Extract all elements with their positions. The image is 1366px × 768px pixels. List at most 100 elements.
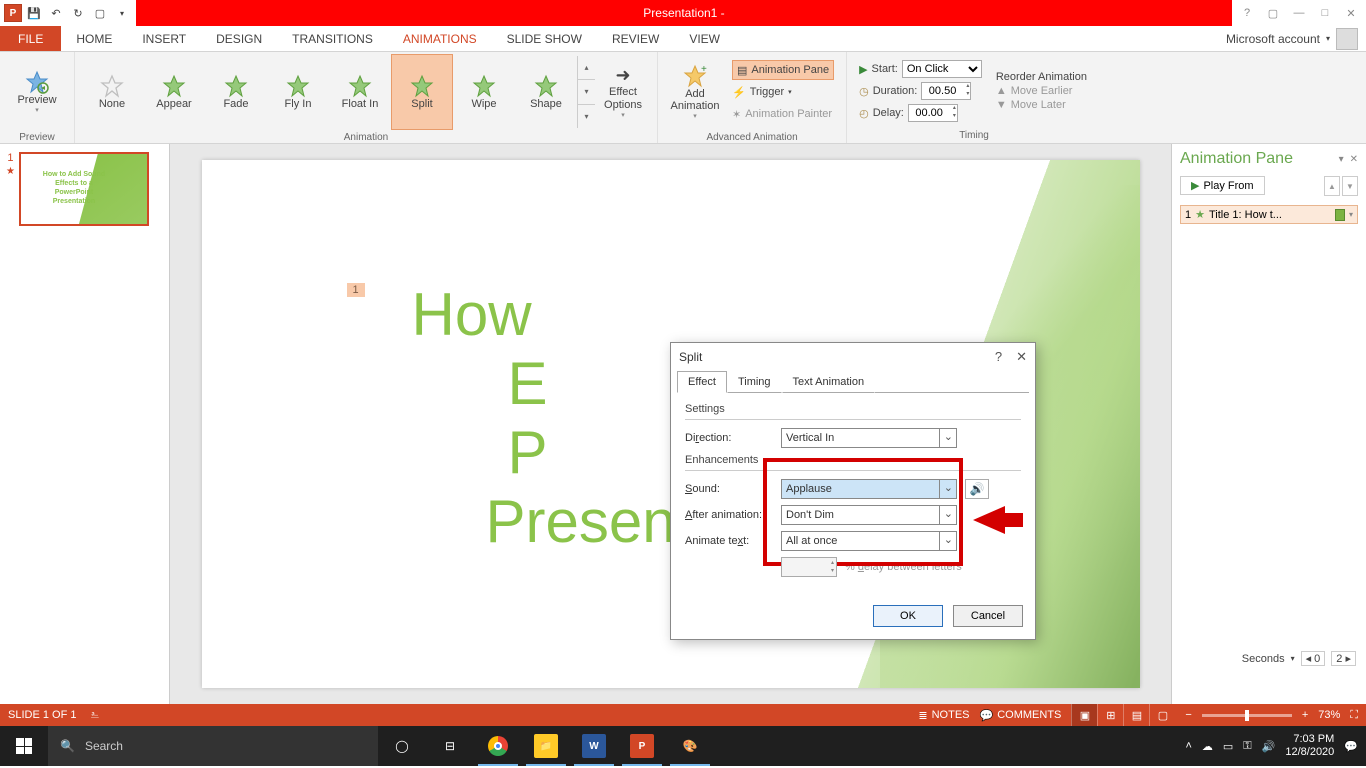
file-tab[interactable]: FILE (0, 26, 61, 51)
tab-review[interactable]: REVIEW (597, 26, 674, 51)
task-view-icon[interactable]: ⊟ (426, 726, 474, 766)
enhancements-label: Enhancements (685, 454, 1021, 466)
tab-design[interactable]: DESIGN (201, 26, 277, 51)
effect-options-button[interactable]: ➜ Effect Options ▾ (595, 54, 651, 130)
wifi-icon[interactable]: ⚿ (1243, 740, 1251, 753)
add-animation-button[interactable]: + Add Animation ▾ (664, 54, 726, 130)
powerpoint-icon: P (4, 4, 22, 22)
anim-fade[interactable]: Fade (205, 54, 267, 130)
tray-overflow-icon[interactable]: ˄ (1185, 740, 1191, 752)
play-from-button[interactable]: ▶Play From (1180, 176, 1265, 195)
move-earlier-button[interactable]: ▲Move Earlier (996, 85, 1087, 97)
cortana-icon[interactable]: ◯ (378, 726, 426, 766)
ribbon-help-icon[interactable]: ? (1238, 7, 1256, 19)
start-select[interactable]: On Click (902, 60, 982, 78)
normal-view-button[interactable]: ▣ (1071, 704, 1097, 726)
file-explorer-icon[interactable]: 📁 (522, 726, 570, 766)
zoom-out-button[interactable]: − (1185, 709, 1191, 721)
fit-to-window-button[interactable]: ⛶ (1350, 709, 1358, 722)
sound-preview-button[interactable]: 🔊 (965, 479, 989, 499)
delay-input[interactable] (908, 104, 958, 122)
zoom-slider[interactable] (1202, 714, 1292, 717)
slide-thumbnail-1[interactable]: How to Add Sound Effects to a PowerPoint… (19, 152, 149, 226)
dialog-titlebar[interactable]: Split ? ✕ (671, 343, 1035, 371)
timeline-prev-button[interactable]: ◂ 0 (1301, 651, 1326, 666)
dialog-help-icon[interactable]: ? (995, 349, 1002, 365)
word-icon[interactable]: W (570, 726, 618, 766)
tab-animations[interactable]: ANIMATIONS (388, 26, 492, 51)
move-later-button[interactable]: ▼Move Later (996, 99, 1087, 111)
anim-wipe[interactable]: Wipe (453, 54, 515, 130)
animation-indicator-icon: ★ (6, 166, 15, 177)
animation-item-1[interactable]: 1 ★ Title 1: How t... ▾ (1180, 205, 1358, 224)
tab-transitions[interactable]: TRANSITIONS (277, 26, 388, 51)
start-button[interactable] (0, 726, 48, 766)
anim-fly-in[interactable]: Fly In (267, 54, 329, 130)
pane-options-icon[interactable]: ▾ (1339, 154, 1344, 165)
slide-counter[interactable]: SLIDE 1 OF 1 (8, 709, 76, 721)
sound-select[interactable]: Applause (781, 479, 957, 499)
cancel-button[interactable]: Cancel (953, 605, 1023, 627)
chrome-icon[interactable] (474, 726, 522, 766)
dialog-tab-effect[interactable]: Effect (677, 371, 727, 393)
tab-view[interactable]: VIEW (674, 26, 735, 51)
onedrive-icon[interactable]: ☁ (1202, 740, 1213, 753)
anim-none[interactable]: None (81, 54, 143, 130)
duration-input[interactable] (921, 82, 971, 100)
paint-icon[interactable]: 🎨 (666, 726, 714, 766)
spellcheck-icon[interactable]: ⎁ (90, 709, 99, 722)
save-icon[interactable]: 💾 (24, 3, 44, 23)
slideshow-icon[interactable]: ▢ (90, 3, 110, 23)
timeline-next-button[interactable]: 2 ▸ (1331, 651, 1356, 666)
close-icon[interactable]: ✕ (1342, 7, 1360, 20)
notes-button[interactable]: ≣NOTES (918, 709, 969, 722)
taskbar-clock[interactable]: 7:03 PM 12/8/2020 (1285, 733, 1334, 759)
trigger-button[interactable]: ⚡Trigger▾ (732, 82, 834, 102)
zoom-in-button[interactable]: + (1302, 709, 1308, 721)
gallery-up[interactable]: ▴ (578, 56, 595, 80)
volume-icon[interactable]: 🔊 (1262, 740, 1276, 753)
after-animation-select[interactable]: Don't Dim (781, 505, 957, 525)
dialog-tab-text-animation[interactable]: Text Animation (782, 371, 876, 393)
maximize-icon[interactable]: □ (1316, 7, 1334, 19)
direction-select[interactable]: Vertical In (781, 428, 957, 448)
qat-more-icon[interactable]: ▾ (112, 3, 132, 23)
slideshow-view-button[interactable]: ▢ (1149, 704, 1175, 726)
powerpoint-taskbar-icon[interactable]: P (618, 726, 666, 766)
tab-insert[interactable]: INSERT (127, 26, 201, 51)
reorder-down-button[interactable]: ▼ (1342, 176, 1358, 196)
tab-home[interactable]: HOME (61, 26, 127, 51)
battery-icon[interactable]: ▭ (1223, 740, 1233, 753)
ribbon-display-icon[interactable]: ▢ (1264, 7, 1282, 20)
chevron-down-icon[interactable]: ▾ (1291, 654, 1295, 663)
dialog-tab-timing[interactable]: Timing (727, 371, 782, 393)
undo-icon[interactable]: ↶ (46, 3, 66, 23)
dialog-close-icon[interactable]: ✕ (1016, 349, 1027, 365)
reading-view-button[interactable]: ▤ (1123, 704, 1149, 726)
gallery-down[interactable]: ▾ (578, 80, 595, 104)
gallery-more[interactable]: ▾ (578, 105, 595, 128)
sorter-view-button[interactable]: ⊞ (1097, 704, 1123, 726)
tab-slide-show[interactable]: SLIDE SHOW (492, 26, 597, 51)
animate-text-select[interactable]: All at once (781, 531, 957, 551)
comments-button[interactable]: 💬COMMENTS (980, 709, 1062, 722)
anim-split[interactable]: Split (391, 54, 453, 130)
anim-float-in[interactable]: Float In (329, 54, 391, 130)
preview-button[interactable]: Preview ▾ (6, 54, 68, 130)
delay-letters-spinner[interactable] (781, 557, 837, 577)
reorder-up-button[interactable]: ▲ (1324, 176, 1340, 196)
taskbar-search[interactable]: 🔍Search (48, 726, 378, 766)
anim-appear[interactable]: Appear (143, 54, 205, 130)
animation-pane-button[interactable]: ▤Animation Pane (732, 60, 834, 80)
anim-item-menu-icon[interactable]: ▾ (1349, 210, 1353, 219)
animation-tag-1[interactable]: 1 (347, 283, 365, 297)
minimize-icon[interactable]: — (1290, 7, 1308, 19)
ok-button[interactable]: OK (873, 605, 943, 627)
redo-icon[interactable]: ↻ (68, 3, 88, 23)
notifications-icon[interactable]: 💬 (1344, 740, 1358, 753)
account-menu[interactable]: Microsoft account ▾ (1226, 26, 1366, 51)
zoom-level[interactable]: 73% (1318, 709, 1340, 721)
pane-close-icon[interactable]: ✕ (1350, 154, 1358, 165)
animation-painter-button[interactable]: ✶Animation Painter (732, 104, 834, 124)
anim-shape[interactable]: Shape (515, 54, 577, 130)
